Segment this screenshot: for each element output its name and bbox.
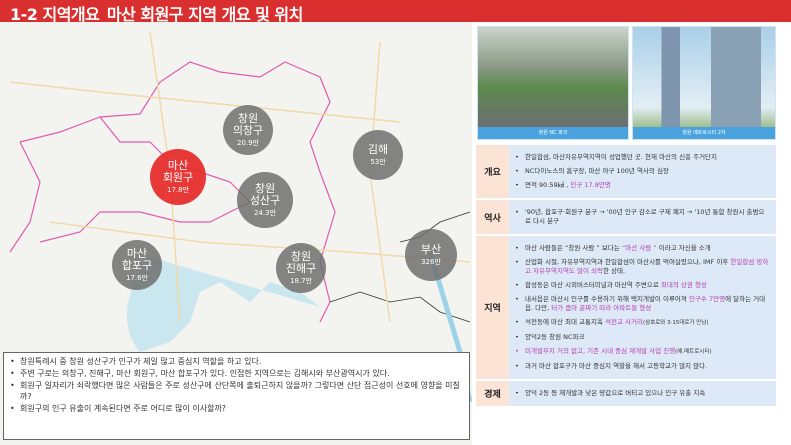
row-label: 개요 — [476, 145, 509, 198]
list-item: 과거 마산 합포구가 마산 중심지 역할을 해서 고등학교가 많지 않다. — [515, 362, 770, 371]
row-label: 경제 — [476, 381, 509, 406]
row-label: 역사 — [476, 200, 509, 234]
notes-box: 창원특례시 중 창원 성산구가 인구가 제일 많고 중심지 역할을 하고 있다.… — [3, 352, 470, 440]
district-bubble-happo[interactable]: 마산 합포구 17.6만 — [112, 240, 162, 290]
district-bubble-jinhae[interactable]: 창원 진해구 18.7만 — [276, 243, 326, 293]
photo-metrocity: 창원 메트로시티 2차 — [632, 26, 776, 140]
photo-nc-park: 창원 NC 파크 — [477, 26, 629, 140]
note-item: 주변 구로는 의창구, 진해구, 마산 회원구, 마산 합포구가 있다. 인접한… — [10, 368, 463, 379]
list-item: 내서읍은 마산시 인구를 수용하기 위해 택지개발이 이루어져 인구수 7만명에… — [515, 295, 770, 313]
district-bubble-busan[interactable]: 부산 326만 — [405, 229, 457, 281]
stadium-image — [478, 27, 628, 127]
row-history: 역사 '90년, 합포구·회원구 분구 → '00년 인구 감소로 구제 폐지 … — [476, 200, 776, 234]
apartment-image — [633, 27, 775, 127]
list-item: 양덕 2동 등 재개발과 낮은 땅값으로 버티고 있으나 인구 유출 지속 — [515, 389, 770, 398]
row-label: 지역 — [476, 236, 509, 379]
note-item: 회원구의 인구 유출이 계속된다면 주로 어디로 많이 이사할까? — [10, 403, 463, 414]
list-item: 마산 사람들은 “창원 사람 ” 보다는 “마산 사람 ” 이라고 자신을 소개 — [515, 244, 770, 253]
list-item: NC다이노스의 홈구장, 마산 야구 100년 역사의 심장 — [515, 167, 770, 176]
photo-caption: 창원 메트로시티 2차 — [633, 127, 775, 139]
list-item: 양덕2동 창원 NC파크 — [515, 333, 770, 342]
list-item: 산업화 시절, 자유무역지역과 한일합섬이 마산시를 먹여살렸으나, IMF 이… — [515, 258, 770, 276]
row-economy: 경제 양덕 2동 등 재개발과 낮은 땅값으로 버티고 있으나 인구 유출 지속 — [476, 381, 776, 406]
row-region: 지역 마산 사람들은 “창원 사람 ” 보다는 “마산 사람 ” 이라고 자신을… — [476, 236, 776, 379]
list-item: 면적 90.59㎢ , 인구 17.8만명 — [515, 181, 770, 190]
row-overview: 개요 한일합섬, 마산자유무역지역이 성업했던 곳. 현재 마산의 신흥 주거단… — [476, 145, 776, 198]
list-item: 합성동은 마산 시외버스터미널과 마산역 주변으로 최대의 상권 형성 — [515, 281, 770, 290]
list-item: 미개발부지 거의 없고, 기존 시내 중심 재개발 사업 진행(예.메트로시티) — [515, 347, 770, 357]
district-bubble-gimhae[interactable]: 김해 53만 — [353, 130, 403, 180]
photo-caption: 창원 NC 파크 — [478, 127, 628, 139]
note-item: 회원구 일자리가 쇠락했다면 많은 사람들은 주로 성산구에 산단쪽에 출퇴근하… — [10, 380, 463, 402]
district-bubble-uichang[interactable]: 창원 의창구 20.9만 — [223, 105, 273, 155]
list-item: 석전동에 마산 최대 교통지옥 석전교 사거리(삼호로와 3·15대로가 만남) — [515, 318, 770, 328]
list-item: 한일합섬, 마산자유무역지역이 성업했던 곳. 현재 마산의 신흥 주거단지 — [515, 153, 770, 162]
note-item: 창원특례시 중 창원 성산구가 인구가 제일 많고 중심지 역할을 하고 있다. — [10, 356, 463, 367]
district-bubble-seongsan[interactable]: 창원 성산구 24.3만 — [237, 172, 293, 228]
overview-table: 개요 한일합섬, 마산자유무역지역이 성업했던 곳. 현재 마산의 신흥 주거단… — [476, 145, 776, 408]
district-bubble-hoewon[interactable]: 마산 회원구 17.8만 — [150, 149, 206, 205]
list-item: '90년, 합포구·회원구 분구 → '00년 인구 감소로 구제 폐지 → '… — [515, 208, 770, 226]
title-bar: 1-2 지역개요_마산 회원구 지역 개요 및 위치 — [0, 0, 791, 24]
